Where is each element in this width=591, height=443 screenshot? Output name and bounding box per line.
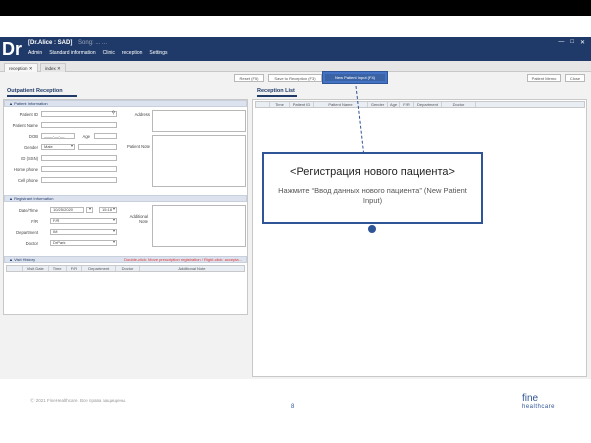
callout-title: <Регистрация нового пациента> — [290, 166, 455, 178]
brand-logo-bottom: healthcare — [522, 404, 556, 410]
page-number: 8 — [291, 404, 295, 410]
brand-logo: fine healthcare — [522, 394, 555, 412]
callout-description: Нажмите “Ввод данных нового пациента” (N… — [278, 186, 467, 205]
callout-box: <Регистрация нового пациента> Нажмите “В… — [262, 152, 483, 224]
copyright-text: Ⓒ 2021 FineHealthcare. Все права защищен… — [30, 398, 127, 403]
callout-anchor-dot — [368, 225, 376, 233]
